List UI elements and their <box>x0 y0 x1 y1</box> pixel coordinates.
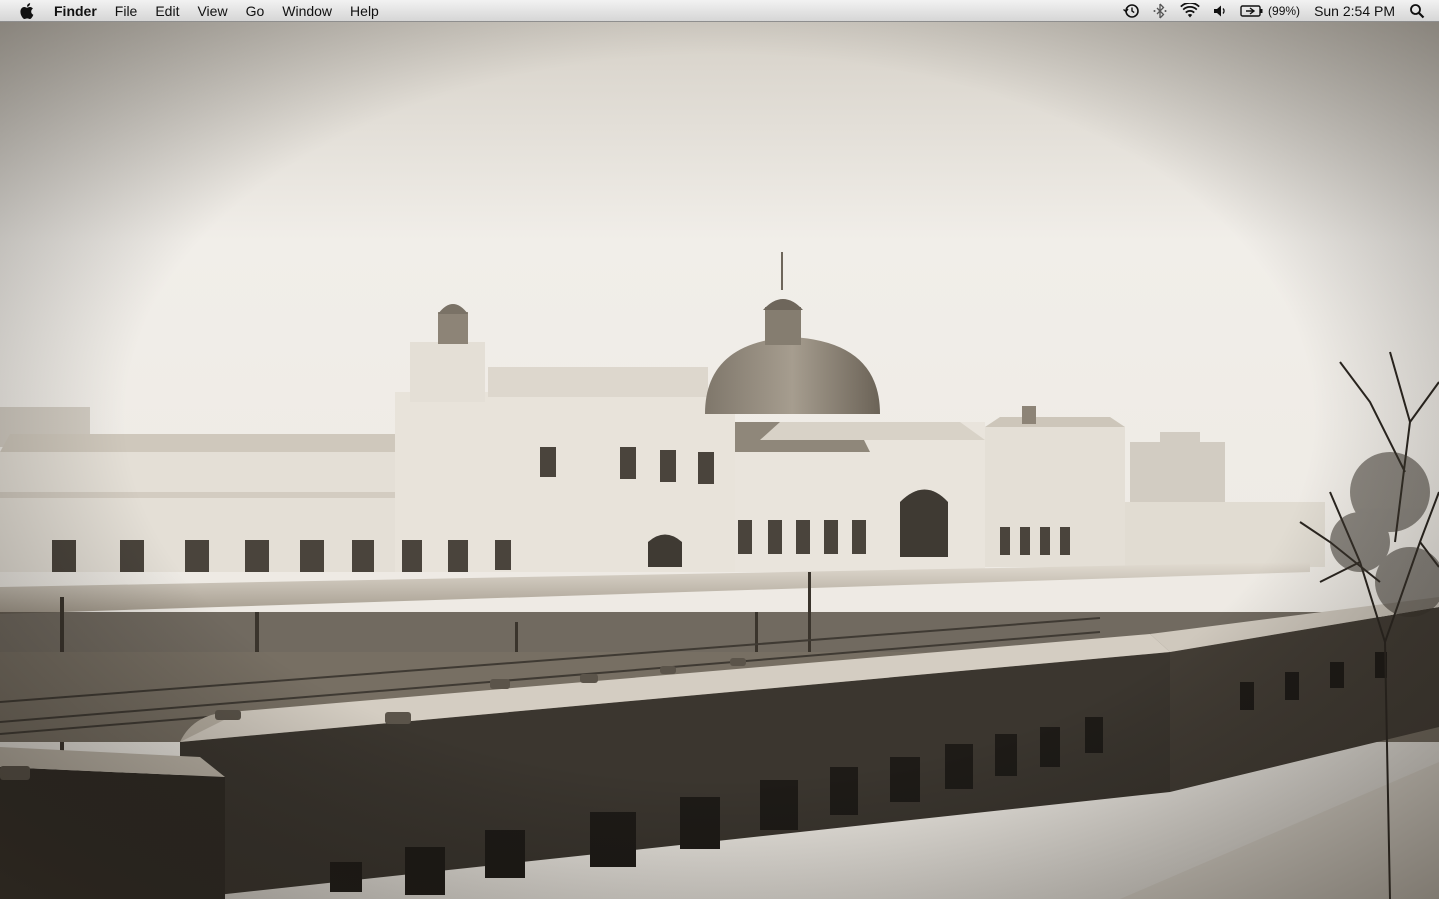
battery-percent: (99%) <box>1268 3 1301 18</box>
battery-icon <box>1240 4 1263 17</box>
spotlight-search-icon[interactable] <box>1409 0 1425 22</box>
bluetooth-icon[interactable] <box>1152 0 1168 22</box>
vignette <box>0 22 1439 899</box>
menu-edit[interactable]: Edit <box>146 0 188 22</box>
time-machine-icon[interactable] <box>1122 0 1140 22</box>
menu-finder[interactable]: Finder <box>52 0 106 22</box>
desktop-wallpaper <box>0 22 1439 899</box>
menu-view[interactable]: View <box>188 0 236 22</box>
volume-icon[interactable] <box>1212 0 1228 22</box>
battery-status[interactable]: (99%) <box>1240 0 1300 22</box>
menu-window[interactable]: Window <box>273 0 341 22</box>
menu-help[interactable]: Help <box>341 0 388 22</box>
menu-go[interactable]: Go <box>237 0 274 22</box>
clock[interactable]: Sun 2:54 PM <box>1314 0 1395 22</box>
wifi-icon[interactable] <box>1180 0 1200 22</box>
apple-menu-icon[interactable] <box>18 1 38 21</box>
menu-file[interactable]: File <box>106 0 147 22</box>
status-area: (99%) Sun 2:54 PM <box>1110 0 1439 22</box>
menu-bar: Finder File Edit View Go Window Help (99… <box>0 0 1439 22</box>
